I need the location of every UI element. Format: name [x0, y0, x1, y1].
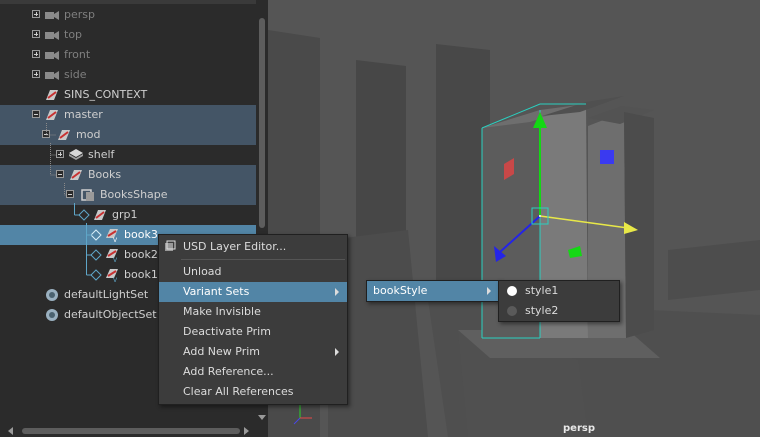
- outliner-row-master[interactable]: master: [0, 105, 256, 125]
- outliner-row-label: book2: [124, 248, 158, 261]
- outliner-row-label: persp: [64, 8, 95, 21]
- outliner-row-grp1[interactable]: grp1: [0, 205, 256, 225]
- outliner-row-sins-context[interactable]: SINS_CONTEXT: [0, 85, 256, 105]
- outliner-row-label: front: [64, 48, 91, 61]
- collapse-icon[interactable]: [32, 110, 40, 118]
- usd-layer-editor-icon: [165, 240, 176, 251]
- scrollbar-thumb[interactable]: [259, 18, 265, 228]
- usd-prim-icon: V: [106, 229, 118, 242]
- expand-icon[interactable]: [32, 30, 40, 38]
- svg-text:V: V: [113, 257, 118, 262]
- outliner-row-label: top: [64, 28, 83, 41]
- expand-icon[interactable]: [32, 50, 40, 58]
- usd-proxy-shape-icon: [81, 189, 94, 201]
- submenu-arrow-icon: [487, 287, 491, 295]
- outliner-row-label: mod: [76, 128, 101, 141]
- diamond-expander-icon[interactable]: [88, 248, 104, 262]
- menu-item-label: USD Layer Editor...: [183, 240, 287, 253]
- outliner-row-mod[interactable]: mod: [0, 125, 256, 145]
- transform-icon: [46, 90, 58, 100]
- menu-item-label: Add Reference...: [183, 365, 274, 378]
- menu-item-label: Unload: [183, 265, 222, 278]
- diamond-expander-icon[interactable]: [88, 228, 104, 242]
- camera-icon: [45, 31, 59, 40]
- collapse-icon[interactable]: [66, 190, 74, 198]
- expand-icon[interactable]: [32, 70, 40, 78]
- menu-item-variant-sets[interactable]: Variant Sets: [159, 282, 347, 302]
- outliner-row-shelf[interactable]: shelf: [0, 145, 256, 165]
- outliner-row-label: side: [64, 68, 87, 81]
- menu-item-label: bookStyle: [373, 284, 428, 297]
- svg-text:V: V: [113, 277, 118, 282]
- submenu-arrow-icon: [335, 288, 339, 296]
- outliner-row-label: book3: [124, 228, 158, 241]
- collapse-icon[interactable]: [42, 130, 50, 138]
- outliner-row-label: defaultLightSet: [64, 288, 149, 301]
- usd-prim-icon: V: [106, 249, 118, 262]
- outliner-row-top[interactable]: top: [0, 25, 256, 45]
- scroll-left-arrow-icon[interactable]: [8, 427, 13, 435]
- outliner-header-strip: [0, 0, 256, 4]
- scroll-down-arrow-icon[interactable]: [258, 415, 266, 420]
- bookstyle-variant-submenu: style1 style2: [498, 280, 620, 322]
- outliner-horizontal-scrollbar[interactable]: [0, 425, 256, 437]
- expand-icon[interactable]: [56, 150, 64, 158]
- outliner-row-booksshape[interactable]: BooksShape: [0, 185, 256, 205]
- menu-item-bookstyle[interactable]: bookStyle: [367, 281, 499, 301]
- menu-item-label: Deactivate Prim: [183, 325, 271, 338]
- transform-icon: [46, 110, 58, 120]
- menu-item-label: style1: [525, 284, 559, 297]
- outliner-row-persp[interactable]: persp: [0, 5, 256, 25]
- svg-text:V: V: [113, 237, 118, 242]
- menu-item-unload[interactable]: Unload: [159, 262, 347, 282]
- outliner-row-label: shelf: [88, 148, 115, 161]
- menu-item-label: Make Invisible: [183, 305, 261, 318]
- menu-item-label: style2: [525, 304, 559, 317]
- outliner-row-side[interactable]: side: [0, 65, 256, 85]
- menu-separator: [181, 259, 345, 260]
- set-icon: [46, 289, 58, 301]
- camera-icon: [45, 71, 59, 80]
- diamond-expander-icon[interactable]: [88, 268, 104, 282]
- menu-item-style2[interactable]: style2: [499, 301, 619, 321]
- transform-icon: [70, 170, 82, 180]
- viewport-camera-label: persp: [563, 423, 595, 434]
- menu-item-style1[interactable]: style1: [499, 281, 619, 301]
- outliner-row-label: master: [64, 108, 103, 121]
- menu-item-add-new-prim[interactable]: Add New Prim: [159, 342, 347, 362]
- menu-item-label: Clear All References: [183, 385, 294, 398]
- set-icon: [46, 309, 58, 321]
- outliner-row-label: Books: [88, 168, 122, 181]
- menu-item-usd-layer-editor[interactable]: USD Layer Editor...: [159, 237, 347, 257]
- mesh-icon: [69, 149, 83, 160]
- radio-unselected-icon[interactable]: [507, 306, 517, 316]
- outliner-row-label: defaultObjectSet: [64, 308, 157, 321]
- transform-icon: [94, 210, 106, 220]
- outliner-row-label: book1: [124, 268, 158, 281]
- menu-item-clear-all-references[interactable]: Clear All References: [159, 382, 347, 402]
- outliner-row-front[interactable]: front: [0, 45, 256, 65]
- outliner-row-label: BooksShape: [100, 188, 168, 201]
- variant-sets-submenu: bookStyle: [366, 280, 500, 302]
- submenu-arrow-icon: [335, 348, 339, 356]
- scroll-right-arrow-icon[interactable]: [244, 427, 249, 435]
- menu-item-make-invisible[interactable]: Make Invisible: [159, 302, 347, 322]
- radio-selected-icon[interactable]: [507, 286, 517, 296]
- outliner-row-label: grp1: [112, 208, 138, 221]
- scrollbar-thumb[interactable]: [22, 428, 240, 434]
- collapse-icon[interactable]: [56, 170, 64, 178]
- usd-prim-icon: V: [106, 269, 118, 282]
- menu-item-add-reference[interactable]: Add Reference...: [159, 362, 347, 382]
- transform-icon: [58, 130, 70, 140]
- menu-item-deactivate-prim[interactable]: Deactivate Prim: [159, 322, 347, 342]
- menu-item-label: Add New Prim: [183, 345, 261, 358]
- expand-icon[interactable]: [32, 10, 40, 18]
- diamond-expander-icon[interactable]: [76, 208, 92, 222]
- outliner-row-label: SINS_CONTEXT: [64, 88, 148, 101]
- outliner-row-books[interactable]: Books: [0, 165, 256, 185]
- menu-item-label: Variant Sets: [183, 285, 250, 298]
- outliner-context-menu: USD Layer Editor... Unload Variant Sets …: [158, 234, 348, 405]
- camera-icon: [45, 51, 59, 60]
- camera-icon: [45, 11, 59, 20]
